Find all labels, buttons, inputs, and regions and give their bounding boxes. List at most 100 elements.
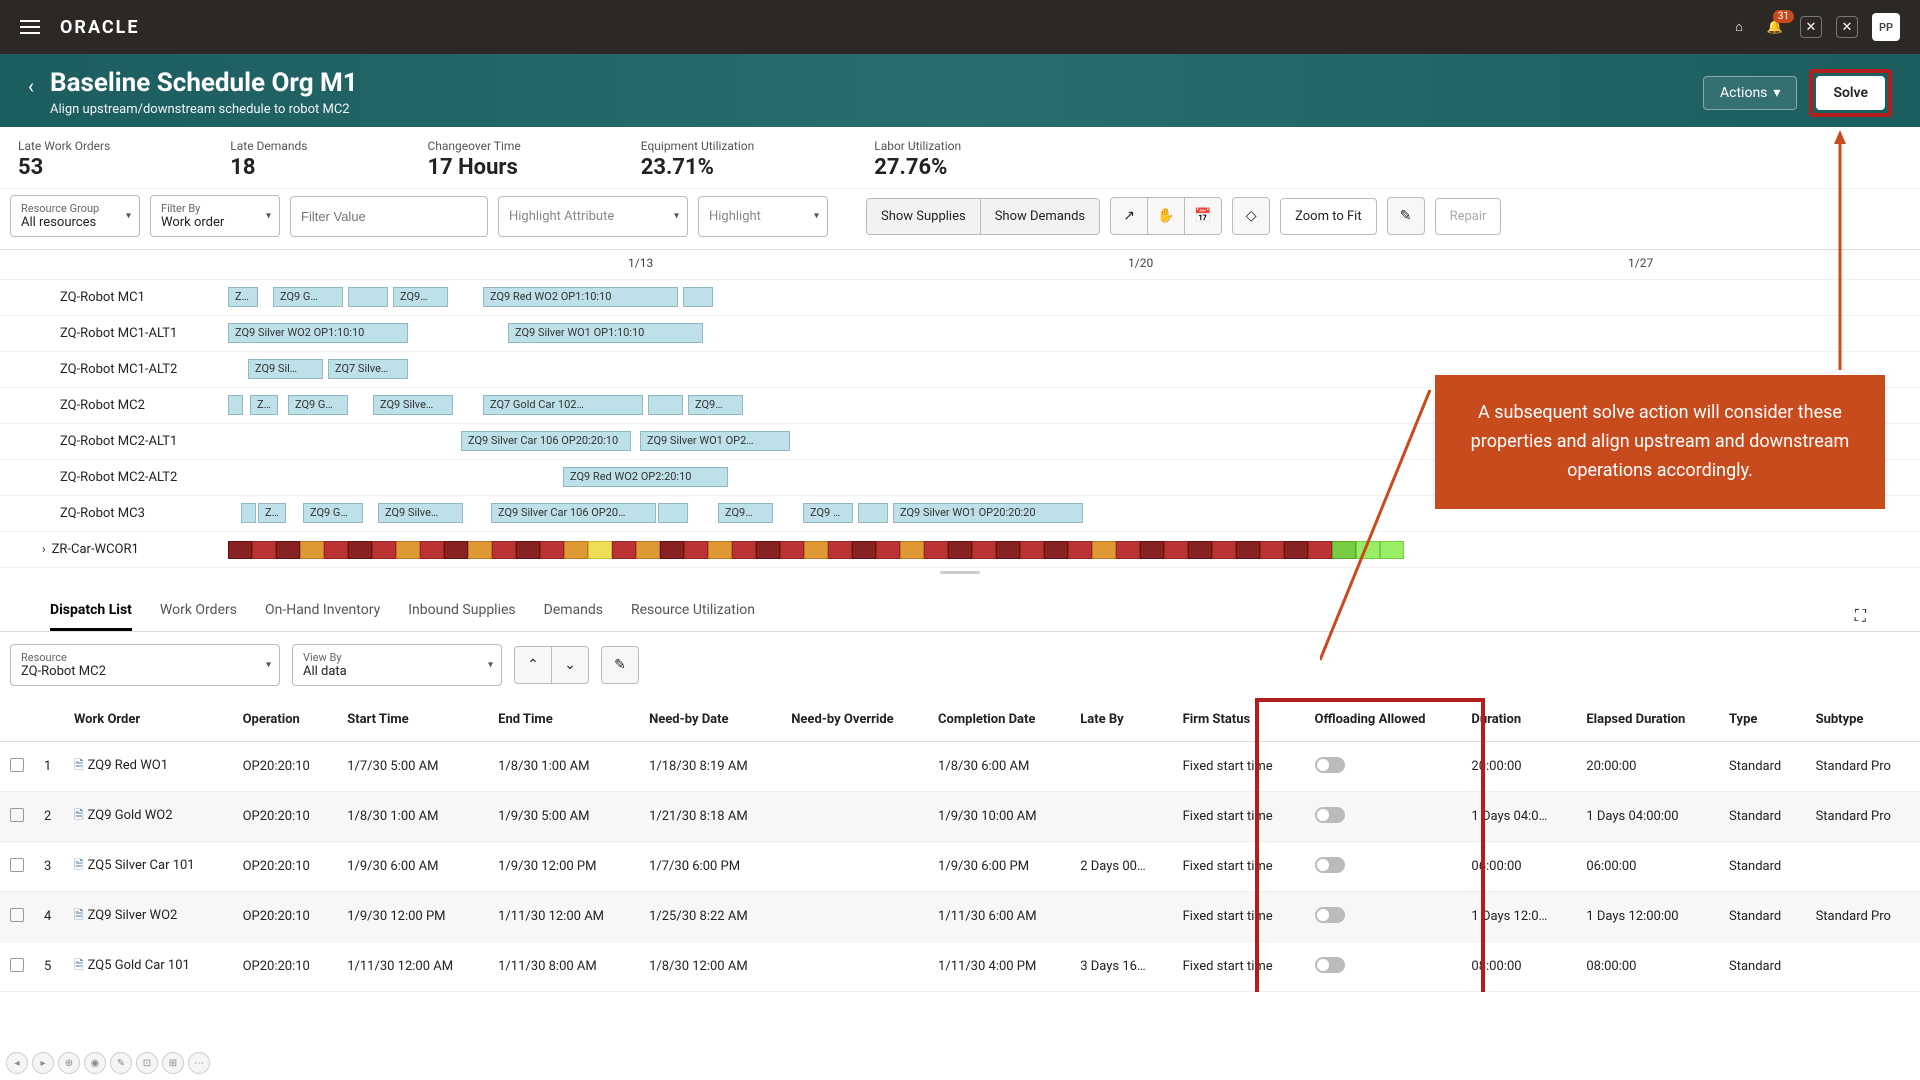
filter-by-select[interactable]: Filter By Work order ▾ — [150, 195, 280, 237]
gantt-bar[interactable]: ZQ9 Silve… — [373, 395, 453, 415]
gantt-bar[interactable] — [228, 395, 243, 415]
gantt-bar[interactable]: ZQ9 Silver Car 106 OP20:20:10 — [461, 431, 631, 451]
view-by-select[interactable]: View By All data ▾ — [292, 644, 502, 686]
resource-group-select[interactable]: Resource Group All resources ▾ — [10, 195, 140, 237]
table-row[interactable]: 2🗎ZQ9 Gold WO2OP20:20:101/8/30 1:00 AM1/… — [0, 792, 1920, 842]
fullscreen-icon[interactable]: ⛶ — [1851, 602, 1870, 631]
cell-work-order[interactable]: 🗎ZQ5 Silver Car 101 — [64, 842, 233, 892]
cell-work-order[interactable]: 🗎ZQ9 Red WO1 — [64, 742, 233, 792]
user-icon-1[interactable]: ✕ — [1800, 16, 1822, 38]
table-header: Firm Status — [1173, 698, 1305, 742]
cell-elapsed: 08:00:00 — [1576, 942, 1719, 992]
eraser-icon[interactable]: ◇ — [1232, 197, 1270, 235]
home-icon[interactable]: ⌂ — [1728, 16, 1750, 38]
row-checkbox[interactable] — [10, 908, 24, 922]
move-down-button[interactable]: ⌄ — [551, 646, 589, 684]
gantt-bar[interactable]: ZQ9 Sil… — [248, 359, 323, 379]
bi-6[interactable]: ⊡ — [136, 1052, 158, 1074]
gantt-bar[interactable]: ZQ9 Silve… — [378, 503, 463, 523]
bi-5[interactable]: ✎ — [110, 1052, 132, 1074]
gantt-bar[interactable]: ZQ9 G… — [288, 395, 348, 415]
back-icon[interactable]: ‹ — [28, 68, 34, 98]
gantt-bar[interactable] — [858, 503, 888, 523]
edit-table-button[interactable]: ✎ — [601, 646, 639, 684]
table-row[interactable]: 5🗎ZQ5 Gold Car 101OP20:20:101/11/30 12:0… — [0, 942, 1920, 992]
bi-1[interactable]: ◂ — [6, 1052, 28, 1074]
tab-dispatch-list[interactable]: Dispatch List — [50, 602, 132, 631]
gantt-bar[interactable] — [241, 503, 256, 523]
gantt-bar[interactable]: ZQ9… — [688, 395, 743, 415]
bi-3[interactable]: ⊕ — [58, 1052, 80, 1074]
solve-button[interactable]: Solve — [1816, 76, 1885, 110]
table-header: Work Order — [64, 698, 233, 742]
row-checkbox[interactable] — [10, 758, 24, 772]
move-up-button[interactable]: ⌃ — [514, 646, 552, 684]
bi-7[interactable]: ⊞ — [162, 1052, 184, 1074]
gantt-bar[interactable] — [648, 395, 683, 415]
gantt-bar[interactable]: ZQ9 Silver Car 106 OP20… — [491, 503, 656, 523]
gantt-bar[interactable] — [348, 287, 388, 307]
row-checkbox[interactable] — [10, 958, 24, 972]
show-supplies-button[interactable]: Show Supplies — [866, 198, 981, 235]
gantt-bar[interactable]: Z… — [258, 503, 286, 523]
drag-handle[interactable] — [0, 568, 1920, 576]
gantt-bar[interactable] — [658, 503, 688, 523]
row-checkbox[interactable] — [10, 808, 24, 822]
repair-button[interactable]: Repair — [1435, 198, 1502, 235]
gantt-bar[interactable]: ZQ9 Silver WO1 OP1:10:10 — [508, 323, 703, 343]
gantt-expand-row[interactable]: ›ZR-Car-WCOR1 — [0, 542, 139, 557]
bi-2[interactable]: ▸ — [32, 1052, 54, 1074]
gantt-bar[interactable]: ZQ7 Silve… — [328, 359, 408, 379]
tool-icon-1[interactable]: ↗ — [1110, 197, 1148, 235]
offloading-toggle[interactable] — [1315, 757, 1345, 773]
gantt-bar[interactable]: ZQ9 Silver WO1 OP2… — [640, 431, 790, 451]
edit-icon[interactable]: ✎ — [1387, 197, 1425, 235]
tab-on-hand-inventory[interactable]: On-Hand Inventory — [265, 602, 380, 631]
gantt-bar[interactable]: ZQ9 G… — [303, 503, 363, 523]
calendar-icon[interactable]: 📅 — [1184, 197, 1222, 235]
offloading-toggle[interactable] — [1315, 857, 1345, 873]
gantt-bar[interactable]: ZQ9 Silver WO2 OP1:10:10 — [228, 323, 408, 343]
gantt-bar[interactable]: ZQ9 Red WO2 OP2:20:10 — [563, 467, 728, 487]
table-row[interactable]: 3🗎ZQ5 Silver Car 101OP20:20:101/9/30 6:0… — [0, 842, 1920, 892]
highlight-select[interactable]: Highlight ▾ — [698, 196, 828, 237]
actions-button[interactable]: Actions▾ — [1703, 76, 1797, 110]
show-demands-button[interactable]: Show Demands — [980, 198, 1100, 235]
tab-work-orders[interactable]: Work Orders — [160, 602, 237, 631]
tool-icon-2[interactable]: ✋ — [1147, 197, 1185, 235]
tab-demands[interactable]: Demands — [544, 602, 603, 631]
menu-icon[interactable] — [20, 20, 40, 34]
gantt-bar[interactable]: ZQ9… — [393, 287, 448, 307]
gantt-bar[interactable]: ZQ9 Silver WO1 OP20:20:20 — [893, 503, 1083, 523]
gantt-bar[interactable]: ZQ9 G… — [273, 287, 343, 307]
offloading-toggle[interactable] — [1315, 807, 1345, 823]
bi-8[interactable]: ⋯ — [188, 1052, 210, 1074]
tab-inbound-supplies[interactable]: Inbound Supplies — [408, 602, 515, 631]
filter-value-input[interactable] — [290, 196, 488, 237]
metric-label: Changeover Time — [427, 139, 520, 153]
gantt-bar[interactable]: ZQ7 Gold Car 102… — [483, 395, 643, 415]
table-row[interactable]: 4🗎ZQ9 Silver WO2OP20:20:101/9/30 12:00 P… — [0, 892, 1920, 942]
row-checkbox[interactable] — [10, 858, 24, 872]
offloading-toggle[interactable] — [1315, 907, 1345, 923]
cell-work-order[interactable]: 🗎ZQ9 Silver WO2 — [64, 892, 233, 942]
gantt-bar[interactable] — [683, 287, 713, 307]
highlight-attr-select[interactable]: Highlight Attribute ▾ — [498, 196, 688, 237]
tab-resource-utilization[interactable]: Resource Utilization — [631, 602, 755, 631]
resource-select[interactable]: Resource ZQ-Robot MC2 ▾ — [10, 644, 280, 686]
cell-work-order[interactable]: 🗎ZQ5 Gold Car 101 — [64, 942, 233, 992]
offloading-toggle[interactable] — [1315, 957, 1345, 973]
gantt-bar[interactable]: ZQ9 … — [803, 503, 853, 523]
gantt-bar[interactable]: ZQ9… — [718, 503, 773, 523]
gantt-bar[interactable]: Z… — [228, 287, 258, 307]
cell-need-by-override — [781, 942, 928, 992]
avatar[interactable]: PP — [1872, 13, 1900, 41]
cell-work-order[interactable]: 🗎ZQ9 Gold WO2 — [64, 792, 233, 842]
zoom-fit-button[interactable]: Zoom to Fit — [1280, 198, 1376, 235]
bi-4[interactable]: ◉ — [84, 1052, 106, 1074]
user-icon-2[interactable]: ✕ — [1836, 16, 1858, 38]
bell-icon[interactable]: 🔔31 — [1764, 16, 1786, 38]
gantt-bar[interactable]: ZQ9 Red WO2 OP1:10:10 — [483, 287, 678, 307]
gantt-bar[interactable]: Z… — [250, 395, 278, 415]
table-row[interactable]: 1🗎ZQ9 Red WO1OP20:20:101/7/30 5:00 AM1/8… — [0, 742, 1920, 792]
